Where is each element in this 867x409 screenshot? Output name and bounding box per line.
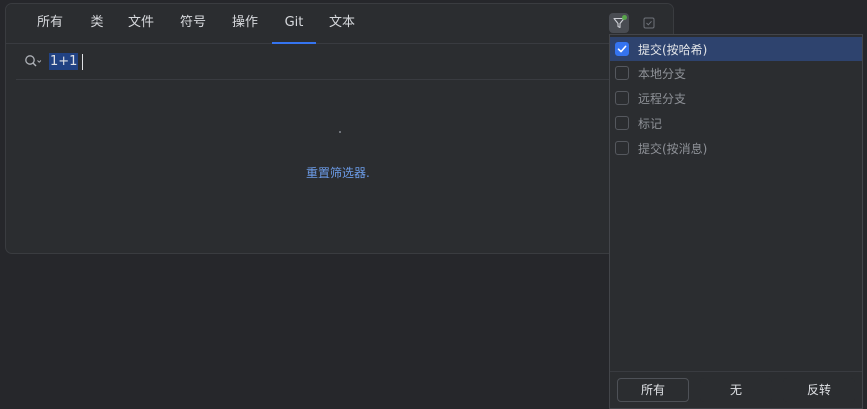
tab-all[interactable]: 所有: [30, 4, 70, 44]
filter-option-tags[interactable]: 标记: [610, 111, 862, 135]
checkbox-unchecked[interactable]: [615, 116, 629, 130]
tab-git[interactable]: Git: [272, 4, 316, 44]
select-none-button[interactable]: 无: [700, 378, 772, 402]
filter-option-commit-by-message[interactable]: 提交(按消息): [610, 136, 862, 160]
select-all-button[interactable]: 所有: [617, 378, 689, 402]
search-row: 1+1: [16, 44, 616, 80]
filter-option-label: 标记: [638, 117, 663, 131]
search-input[interactable]: 1+1: [49, 53, 79, 70]
search-icon: [25, 55, 42, 67]
checkbox-scope-icon: [643, 17, 655, 29]
text-caret: [82, 54, 83, 70]
tab-classes[interactable]: 类: [82, 4, 112, 44]
tab-bar: 所有 类 文件 符号 操作 Git 文本: [6, 4, 673, 44]
invert-selection-button[interactable]: 反转: [783, 378, 855, 402]
search-everywhere-panel: 所有 类 文件 符号 操作 Git 文本 1+1 重置筛选器.: [5, 3, 674, 254]
git-filter-popup: 提交(按哈希) 本地分支 远程分支 标记 提交(按消息) 所有 无 反转: [609, 34, 863, 409]
tab-symbols[interactable]: 符号: [172, 4, 214, 44]
filter-option-commit-by-hash[interactable]: 提交(按哈希): [610, 37, 862, 61]
reset-filters-link[interactable]: 重置筛选器.: [306, 164, 370, 181]
filter-option-label: 远程分支: [638, 92, 687, 106]
checkbox-unchecked[interactable]: [615, 91, 629, 105]
loading-indicator: [339, 131, 341, 133]
filter-option-label: 提交(按消息): [638, 142, 708, 156]
filter-active-dot: [622, 15, 627, 20]
tab-files[interactable]: 文件: [120, 4, 162, 44]
checkbox-unchecked[interactable]: [615, 141, 629, 155]
filter-option-label: 本地分支: [638, 67, 687, 81]
tab-text[interactable]: 文本: [321, 4, 363, 44]
filter-option-local-branches[interactable]: 本地分支: [610, 61, 862, 85]
filter-button[interactable]: [609, 13, 629, 33]
scope-toggle-button[interactable]: [639, 13, 659, 33]
filter-option-label: 提交(按哈希): [638, 43, 708, 57]
filter-option-remote-branches[interactable]: 远程分支: [610, 86, 862, 110]
popup-footer: 所有 无 反转: [610, 371, 862, 408]
checkmark-icon: [617, 45, 627, 53]
checkbox-checked[interactable]: [615, 42, 629, 56]
checkbox-unchecked[interactable]: [615, 66, 629, 80]
tab-actions[interactable]: 操作: [224, 4, 266, 44]
